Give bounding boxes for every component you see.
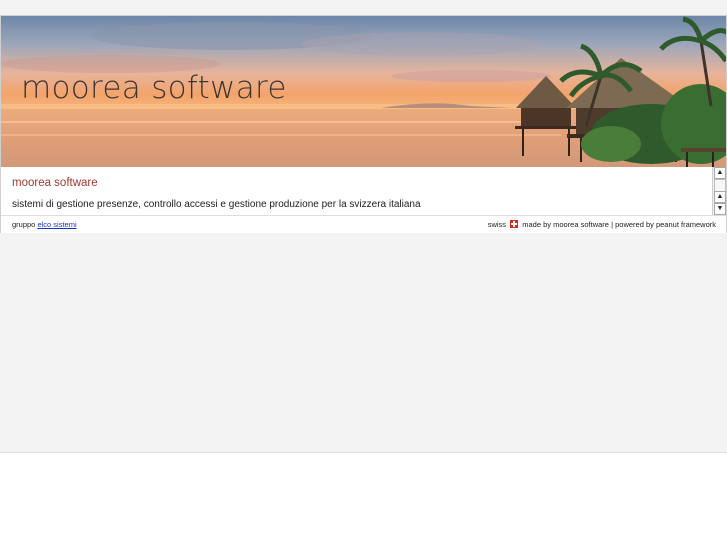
group-prefix: gruppo <box>12 220 36 229</box>
made-by-text: made by moorea software <box>522 220 609 229</box>
footer-separator: | <box>611 220 614 229</box>
scroll-up-icon[interactable]: ▲ <box>714 167 726 179</box>
footer: gruppo elco sistemi swiss made by moorea… <box>1 215 726 233</box>
footer-credits: swiss made by moorea software | powered … <box>488 220 716 229</box>
site-name: moorea software <box>12 177 98 189</box>
scroll-up-icon[interactable]: ▲ <box>714 191 726 203</box>
site-frame: moorea software moorea software sistemi … <box>0 15 727 233</box>
footer-group: gruppo elco sistemi <box>12 220 77 229</box>
content-scrollbar[interactable]: ▲ ▲ ▼ <box>712 167 726 215</box>
header-banner: moorea software <box>1 16 726 167</box>
content-area: moorea software sistemi di gestione pres… <box>1 167 712 215</box>
powered-by-text: powered by peanut framework <box>615 220 716 229</box>
swiss-flag-icon <box>510 220 519 228</box>
site-tagline: sistemi di gestione presenze, controllo … <box>12 199 421 210</box>
banner-title: moorea software <box>21 70 287 106</box>
group-link[interactable]: elco sistemi <box>37 220 76 229</box>
scroll-down-icon[interactable]: ▼ <box>714 203 726 215</box>
swiss-label: swiss <box>487 220 507 229</box>
